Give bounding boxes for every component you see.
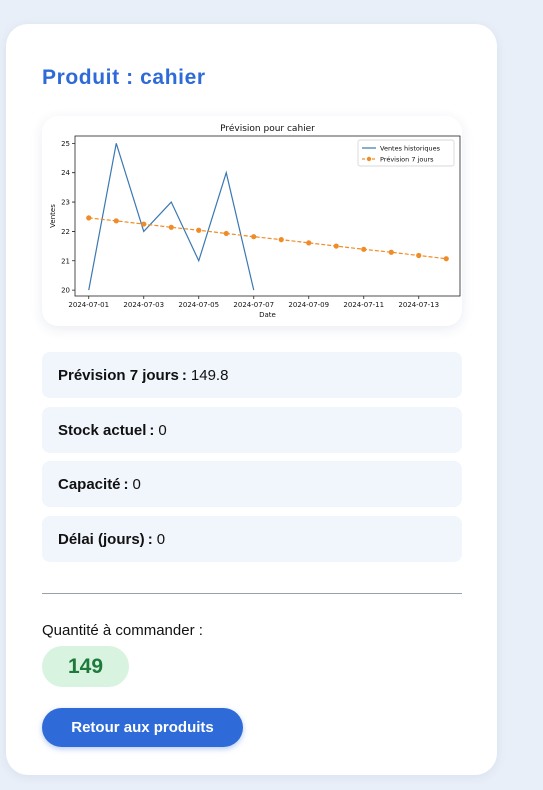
legend-label: Ventes historiques	[380, 145, 441, 153]
detail-separator: :	[181, 366, 187, 384]
forecast-point	[443, 256, 449, 262]
x-tick-label: 2024-07-07	[233, 301, 274, 309]
x-tick-label: 2024-07-13	[398, 301, 439, 309]
forecast-point	[141, 221, 147, 227]
detail-row-stock: Stock actuel:0	[42, 407, 462, 453]
forecast-point	[223, 230, 229, 237]
forecast-point	[168, 224, 174, 230]
legend-marker	[366, 156, 372, 162]
x-tick-label: 2024-07-01	[68, 301, 109, 309]
detail-value: 0	[132, 475, 141, 493]
product-card: Produit : cahier Prévision pour cahier Da…	[6, 24, 497, 775]
forecast-point	[388, 249, 394, 255]
forecast-point	[333, 243, 339, 249]
order-quantity-label: Quantité à commander :	[42, 622, 203, 639]
detail-separator: :	[147, 530, 153, 548]
detail-row-lead-time: Délai (jours):0	[42, 516, 462, 562]
x-axis-label: Date	[259, 311, 276, 319]
forecast-chart-panel: Prévision pour cahier Date Ventes 2024-07-0…	[42, 116, 462, 326]
forecast-point	[86, 215, 92, 221]
forecast-chart: Prévision pour cahier Date Ventes 2024-07-0…	[49, 123, 461, 319]
y-tick-label: 20	[61, 287, 70, 295]
y-axis-label: Ventes	[49, 204, 57, 228]
detail-value: 0	[156, 530, 166, 548]
detail-separator: :	[123, 475, 129, 493]
x-tick-label: 2024-07-11	[343, 301, 384, 309]
forecast-point	[196, 227, 202, 233]
y-tick-label: 23	[61, 199, 70, 207]
x-tick-label: 2024-07-05	[178, 301, 219, 309]
detail-row-forecast: Prévision 7 jours:149.8	[42, 352, 462, 398]
back-to-products-button[interactable]: Retour aux produits	[42, 708, 243, 747]
forecast-point	[251, 234, 257, 240]
forecast-point	[361, 246, 367, 252]
forecast-point	[113, 218, 119, 224]
detail-separator: :	[149, 421, 155, 439]
detail-label: Délai (jours)	[58, 530, 145, 548]
detail-row-capacity: Capacité:0	[42, 461, 462, 507]
y-tick-label: 22	[61, 228, 70, 236]
section-divider	[42, 593, 462, 594]
detail-label: Capacité	[58, 475, 121, 493]
y-tick-label: 24	[61, 169, 70, 177]
detail-label: Stock actuel	[58, 421, 147, 439]
detail-value: 149.8	[190, 366, 229, 384]
forecast-point	[416, 252, 422, 259]
forecast-point	[278, 237, 284, 243]
detail-value: 0	[158, 421, 167, 439]
detail-label: Prévision 7 jours	[58, 366, 179, 384]
x-tick-label: 2024-07-09	[288, 301, 329, 309]
forecast-point	[306, 240, 312, 246]
page-title: Produit : cahier	[42, 66, 206, 89]
legend-label: Prévision 7 jours	[380, 156, 434, 164]
y-tick-label: 21	[61, 257, 70, 265]
x-tick-label: 2024-07-03	[123, 301, 164, 309]
chart-title: Prévision pour cahier	[220, 123, 315, 134]
y-tick-label: 25	[61, 140, 70, 148]
order-quantity-badge: 149	[42, 646, 129, 687]
